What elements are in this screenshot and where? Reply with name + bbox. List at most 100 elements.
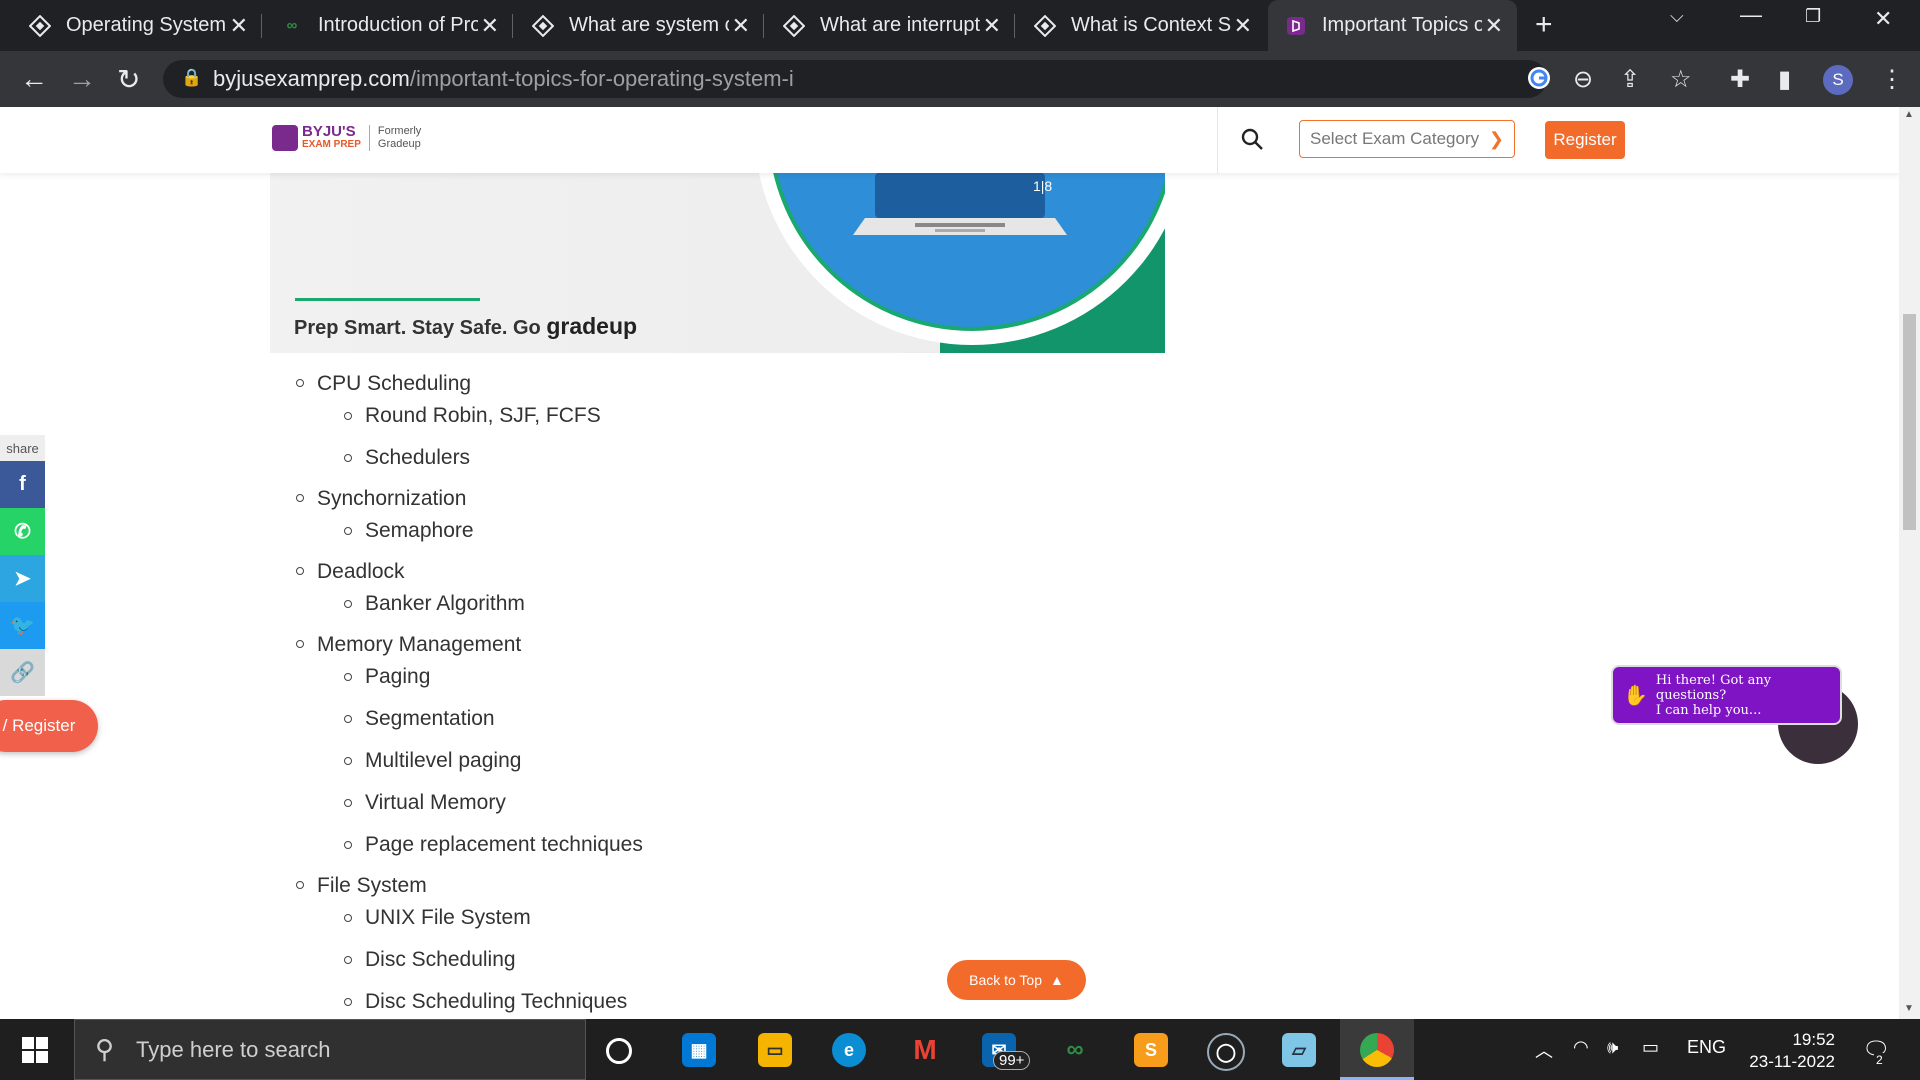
twitter-share-icon[interactable]: 🐦 — [0, 602, 45, 649]
task-view-icon[interactable] — [606, 1038, 632, 1064]
close-tab-icon[interactable]: ✕ — [230, 13, 248, 39]
windows-start-icon[interactable] — [22, 1037, 48, 1063]
scrollbar-thumb[interactable] — [1903, 314, 1916, 530]
subtopic-item: Multilevel paging — [317, 745, 1170, 787]
subtopic-item: Page replacement techniques — [317, 829, 1170, 869]
site-diamond-icon — [531, 14, 555, 38]
browser-toolbar: ← → ↻ 🔒 byjusexamprep.com/important-topi… — [0, 51, 1920, 107]
side-panel-icon[interactable]: ▮ — [1778, 65, 1791, 94]
tab-title: Introduction of Pro — [318, 14, 478, 36]
chat-line-2: I can help you... — [1655, 702, 1762, 718]
app-icon[interactable]: ◯ — [1207, 1033, 1245, 1071]
subtopic-item: Paging — [317, 661, 1170, 703]
chat-text: Hi there! Got any questions? I can help … — [1656, 673, 1830, 718]
chat-bubble[interactable]: ✋ Hi there! Got any questions? I can hel… — [1611, 665, 1842, 725]
lock-icon[interactable]: 🔒 — [181, 68, 202, 88]
close-tab-icon[interactable]: ✕ — [732, 13, 750, 39]
browser-tab[interactable]: Operating System - ✕ — [0, 0, 262, 51]
battery-icon[interactable]: ▭ — [1642, 1037, 1659, 1058]
profile-avatar[interactable]: S — [1823, 65, 1853, 95]
tab-search-icon[interactable]: ⌵ — [1670, 6, 1684, 27]
topics-list: CPU Scheduling Round Robin, SJF, FCFS Sche… — [270, 367, 1170, 1019]
file-explorer-icon[interactable]: ▭ — [758, 1033, 792, 1067]
zoom-icon[interactable]: ⊖ — [1573, 65, 1593, 94]
whatsapp-share-icon[interactable]: ✆ — [0, 508, 45, 555]
byjus-logo-icon — [272, 125, 298, 151]
bookmark-star-icon[interactable]: ☆ — [1670, 65, 1692, 94]
topic-label: Memory Management — [317, 633, 522, 656]
browser-menu-icon[interactable]: ⋮ — [1880, 65, 1904, 94]
mail-badge: 99+ — [993, 1051, 1031, 1070]
gfg-icon[interactable]: ∞ — [1058, 1033, 1092, 1067]
topic-label: CPU Scheduling — [317, 372, 472, 395]
register-button[interactable]: Register — [1545, 121, 1625, 159]
site-diamond-icon — [1033, 14, 1057, 38]
show-hidden-icons[interactable]: ︿ — [1535, 1037, 1553, 1063]
scroll-down-icon[interactable]: ▼ — [1904, 1003, 1914, 1014]
taskbar-search-box[interactable]: ⚲ Type here to search — [74, 1019, 586, 1080]
edge-icon[interactable]: e — [832, 1033, 866, 1067]
browser-tab[interactable]: What are system ca ✕ — [513, 0, 764, 51]
sublime-text-icon[interactable]: S — [1134, 1033, 1168, 1067]
chat-line-1: Hi there! Got any questions? — [1655, 672, 1772, 703]
extensions-icon[interactable]: ✚ — [1730, 65, 1750, 94]
address-bar[interactable]: 🔒 byjusexamprep.com/important-topics-for… — [163, 60, 1550, 98]
web-page: BYJU'S EXAM PREP Formerly Gradeup Select… — [0, 107, 1899, 1019]
microsoft-store-icon[interactable]: ▦ — [682, 1033, 716, 1067]
taskbar-clock[interactable]: 19:52 23-11-2022 — [1725, 1029, 1835, 1073]
url-domain: byjusexamprep.com — [213, 66, 410, 91]
topic-item: CPU Scheduling Round Robin, SJF, FCFS Sche… — [270, 367, 1170, 482]
browser-tab[interactable]: What are interrupts ✕ — [764, 0, 1015, 51]
share-page-icon[interactable]: ⇪ — [1620, 65, 1640, 94]
minimize-icon[interactable]: — — [1740, 2, 1762, 28]
volume-icon[interactable]: 🕪 — [1607, 1037, 1618, 1058]
logo-formerly-label: Formerly — [377, 125, 422, 137]
forward-icon[interactable]: → — [68, 63, 96, 95]
logo-brand-name: BYJU'S — [302, 123, 356, 140]
back-icon[interactable]: ← — [20, 63, 48, 95]
reload-icon[interactable]: ↻ — [117, 63, 140, 96]
google-icon[interactable] — [1526, 65, 1552, 96]
close-tab-icon[interactable]: ✕ — [1234, 13, 1252, 39]
browser-tab-active[interactable]: Important Topics of ✕ — [1268, 0, 1517, 51]
subtopic-list: Round Robin, SJF, FCFS Schedulers — [317, 400, 1170, 482]
close-tab-icon[interactable]: ✕ — [481, 13, 499, 39]
search-icon[interactable] — [1240, 127, 1266, 153]
close-tab-icon[interactable]: ✕ — [983, 13, 1001, 39]
notepad-icon[interactable]: ▱ — [1282, 1033, 1316, 1067]
back-to-top-button[interactable]: Back to Top ▲ — [947, 960, 1086, 1000]
banner-tagline: Prep Smart. Stay Safe. Go gradeup — [294, 313, 637, 340]
facebook-share-icon[interactable]: f — [0, 461, 45, 508]
restore-icon[interactable]: ❐ — [1805, 6, 1821, 27]
subtopic-item: Virtual Memory — [317, 787, 1170, 829]
language-indicator[interactable]: ENG — [1687, 1037, 1726, 1058]
header-divider — [1217, 107, 1218, 173]
page-scrollbar[interactable]: ▲ ▼ — [1899, 107, 1920, 1019]
notification-count: 2 — [1874, 1053, 1885, 1067]
chrome-icon[interactable] — [1360, 1033, 1394, 1067]
new-tab-icon[interactable]: + — [1535, 8, 1553, 42]
browser-tab[interactable]: ∞ Introduction of Pro ✕ — [262, 0, 513, 51]
floating-register-button[interactable]: / Register — [0, 700, 98, 752]
logo-formerly: Formerly Gradeup — [368, 125, 422, 151]
close-tab-icon[interactable]: ✕ — [1485, 13, 1503, 39]
browser-tab[interactable]: What is Context Sw ✕ — [1015, 0, 1266, 51]
close-window-icon[interactable]: ✕ — [1874, 6, 1892, 32]
topic-item: Synchornization Semaphore — [270, 482, 1170, 555]
waving-hand-icon: ✋ — [1623, 683, 1648, 707]
subtopic-item: Round Robin, SJF, FCFS — [317, 400, 1170, 442]
scroll-up-icon[interactable]: ▲ — [1904, 109, 1914, 120]
subtopic-item: Schedulers — [317, 442, 1170, 482]
logo-brand: BYJU'S EXAM PREP — [302, 123, 361, 151]
banner-tagline-text: Prep Smart. Stay Safe. Go — [294, 317, 547, 339]
site-logo[interactable]: BYJU'S EXAM PREP Formerly Gradeup — [272, 123, 422, 151]
gmail-icon[interactable]: M — [908, 1033, 942, 1067]
copy-link-icon[interactable]: 🔗 — [0, 649, 45, 696]
wifi-icon[interactable]: ◠ — [1573, 1037, 1589, 1058]
topic-label: Synchornization — [317, 487, 467, 510]
subtopic-list: Semaphore — [317, 515, 1170, 555]
site-diamond-icon — [28, 14, 52, 38]
telegram-share-icon[interactable]: ➤ — [0, 555, 45, 602]
subtopic-item: Segmentation — [317, 703, 1170, 745]
exam-category-select[interactable]: Select Exam Category ❯ — [1299, 120, 1515, 158]
